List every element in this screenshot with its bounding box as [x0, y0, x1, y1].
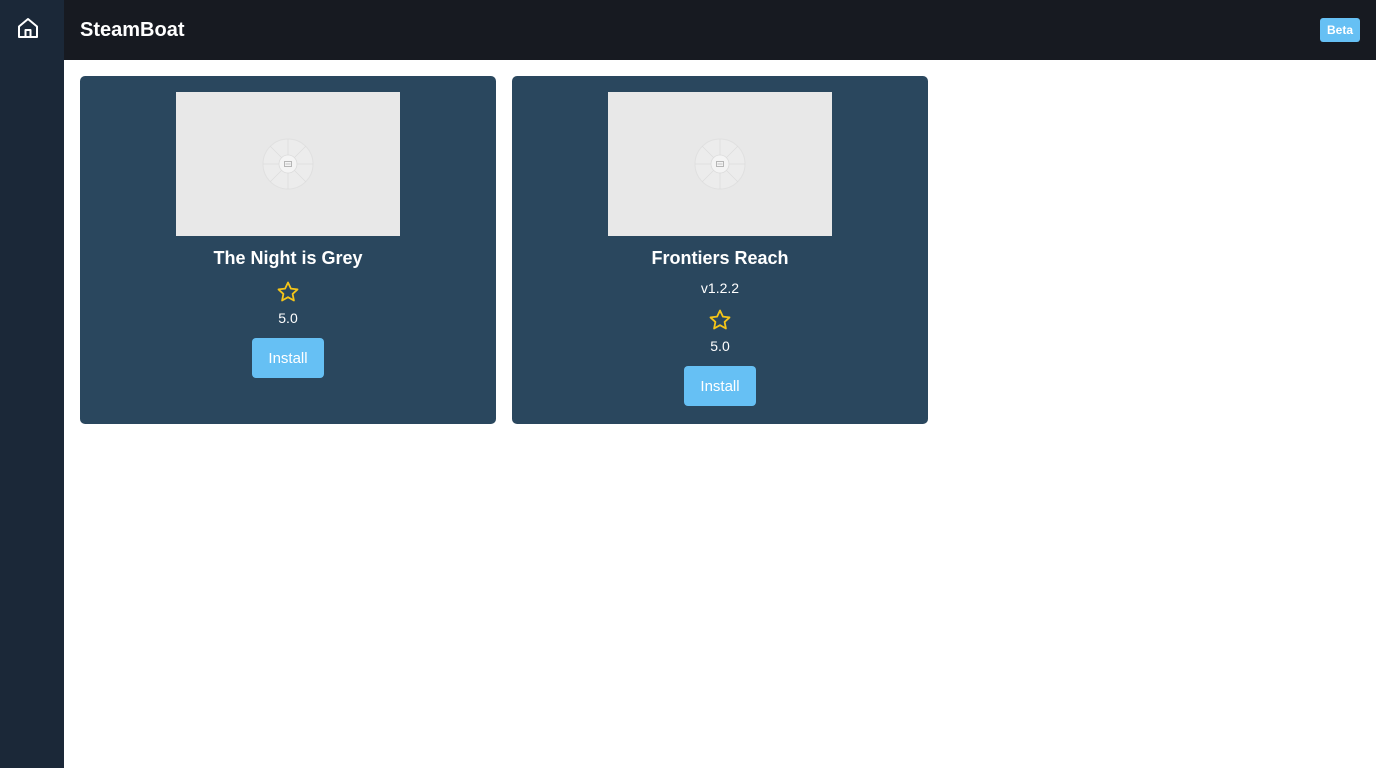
image-placeholder-icon — [694, 138, 746, 190]
game-rating: 5.0 — [710, 338, 730, 354]
game-title: The Night is Grey — [213, 248, 363, 268]
install-button[interactable]: Install — [684, 366, 756, 406]
top-header: SteamBoat Beta — [64, 0, 1376, 60]
game-rating: 5.0 — [278, 310, 298, 326]
game-card: Frontiers Reach v1.2.2 5.0 Install — [512, 76, 928, 424]
star-outline-icon — [277, 281, 299, 302]
install-button[interactable]: Install — [252, 338, 324, 378]
home-icon — [18, 18, 38, 38]
beta-badge: Beta — [1319, 18, 1360, 42]
game-grid: The Night is Grey 5.0 Install Frontiers … — [80, 76, 928, 424]
star-outline-icon — [709, 309, 731, 330]
sidebar — [0, 0, 64, 768]
image-placeholder-icon — [262, 138, 314, 190]
favorite-star-button[interactable] — [276, 280, 300, 304]
game-version: v1.2.2 — [700, 280, 740, 296]
home-button[interactable] — [16, 16, 40, 40]
game-thumbnail — [608, 92, 832, 236]
favorite-star-button[interactable] — [708, 308, 732, 332]
game-title: Frontiers Reach — [651, 248, 789, 268]
game-card: The Night is Grey 5.0 Install — [80, 76, 496, 424]
app-title: SteamBoat — [80, 19, 185, 41]
game-thumbnail — [176, 92, 400, 236]
